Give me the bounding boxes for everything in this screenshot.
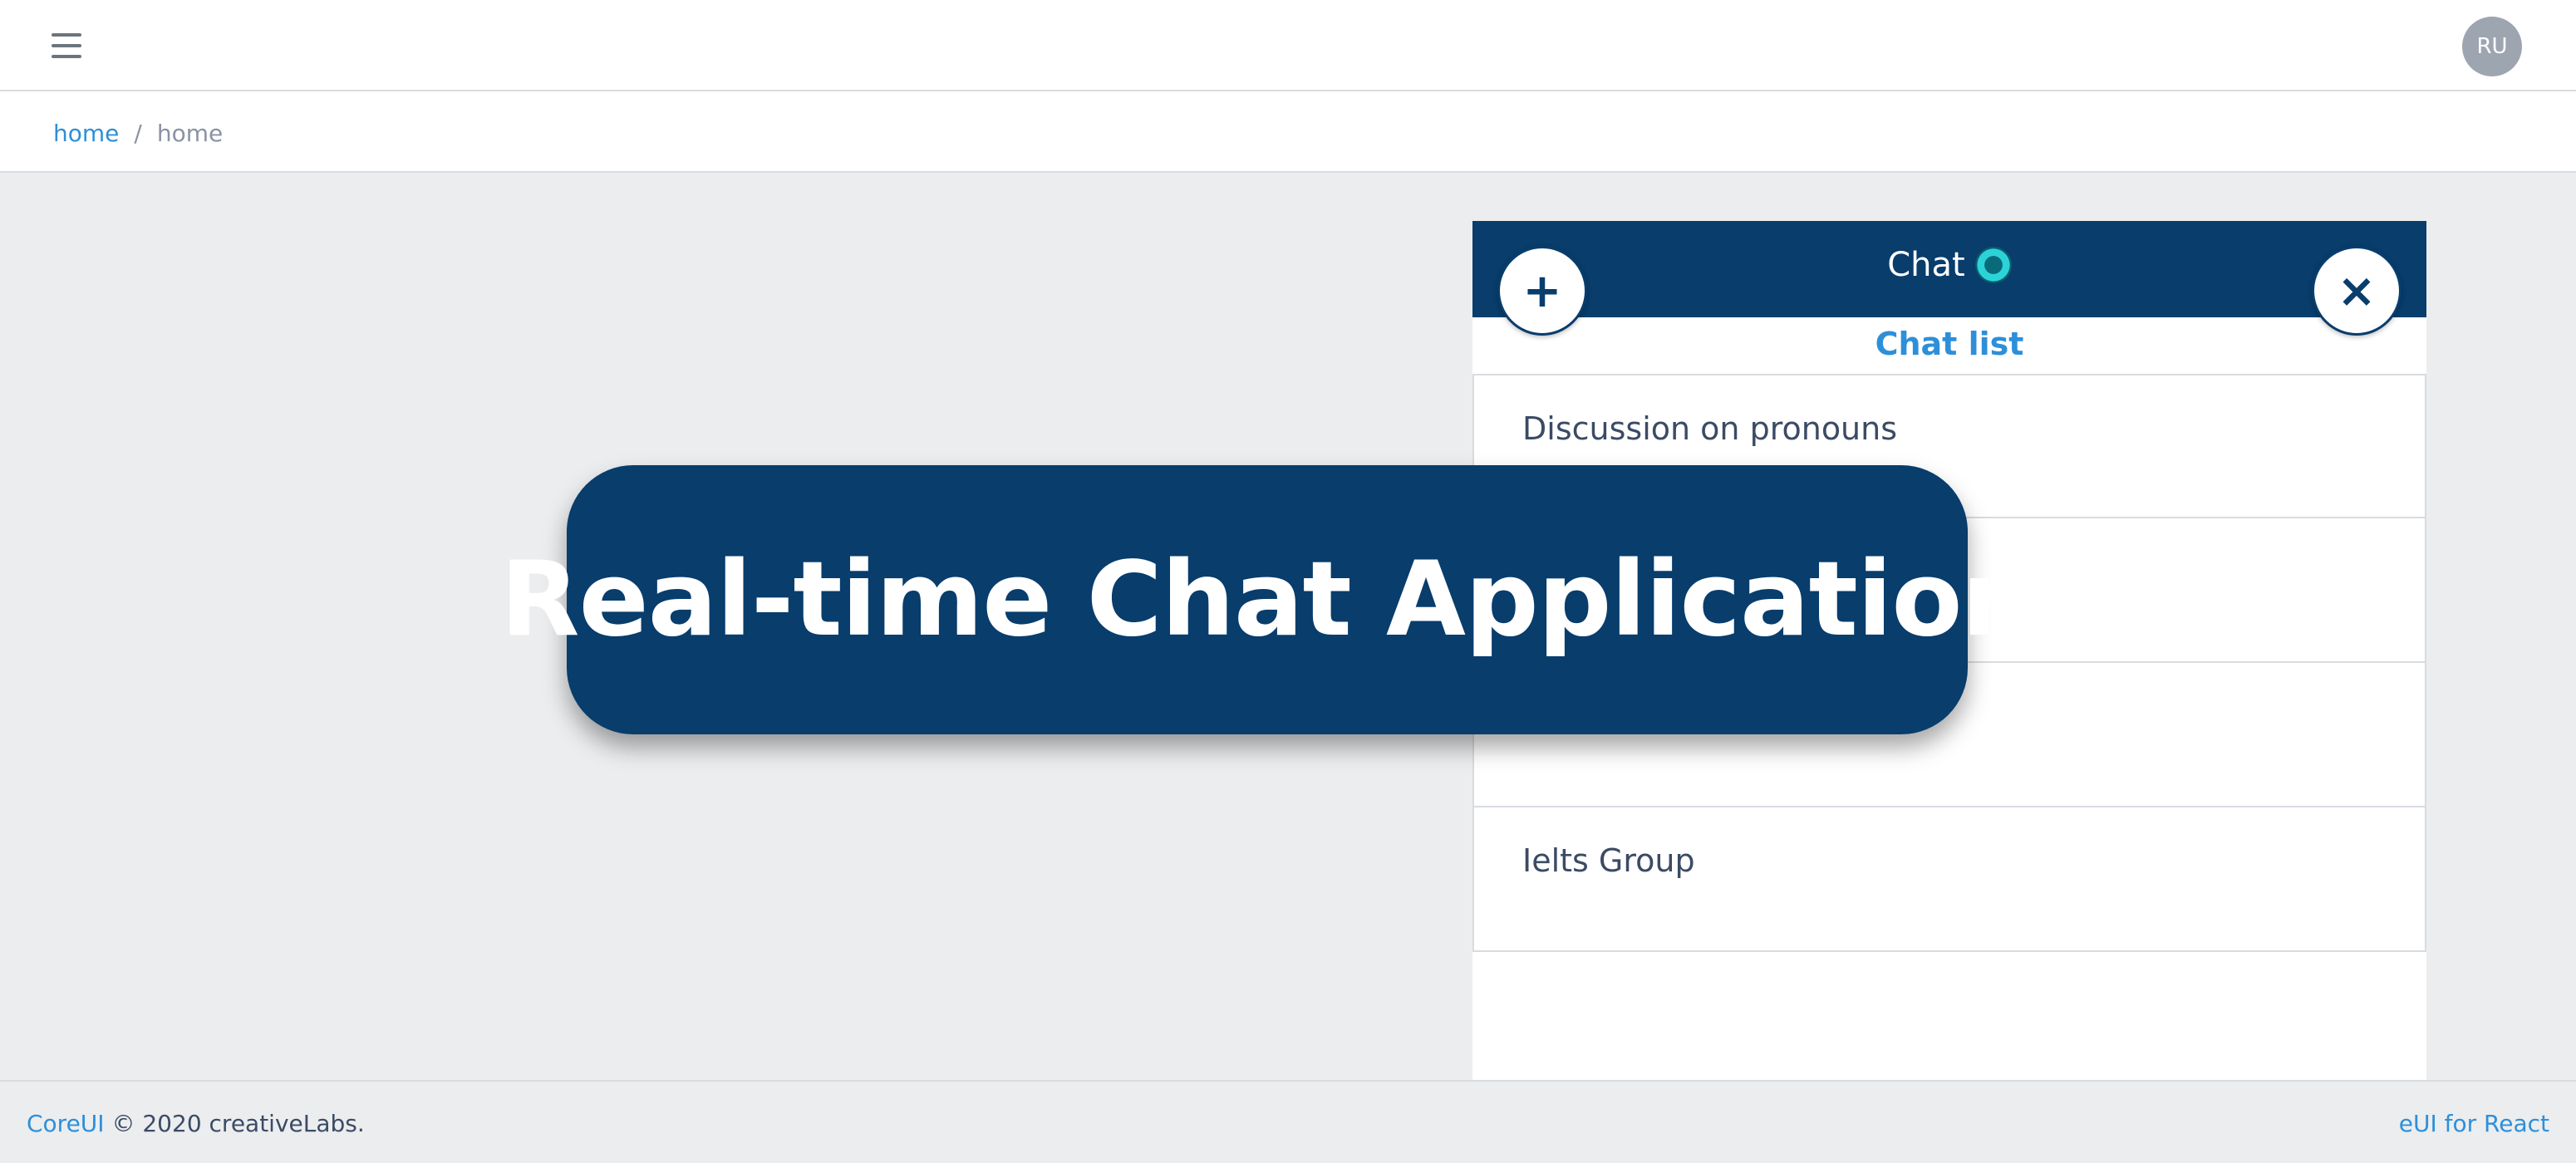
chat-item-name: Discussion on pronouns xyxy=(1522,410,1898,447)
close-chat-button[interactable]: × xyxy=(2312,246,2401,336)
breadcrumb-home-link[interactable]: home xyxy=(53,120,119,147)
chat-list-item[interactable]: Ielts Group xyxy=(1472,807,2426,952)
close-icon: × xyxy=(2337,263,2377,318)
breadcrumb-bar: home / home xyxy=(0,91,2576,173)
plus-icon: + xyxy=(1522,263,1562,318)
footer-copyright-text: © 2020 creativeLabs. xyxy=(111,1110,365,1137)
add-chat-button[interactable]: + xyxy=(1497,246,1587,336)
footer: CoreUI © 2020 creativeLabs. eUI for Reac… xyxy=(0,1080,2576,1163)
top-header: RU xyxy=(0,0,2576,91)
breadcrumb-current: home xyxy=(156,120,224,147)
breadcrumb: home / home xyxy=(53,120,223,147)
footer-powered-by-link[interactable]: eUI for React xyxy=(2399,1110,2549,1137)
online-status-icon xyxy=(1974,247,2012,283)
title-banner: Real-time Chat Application xyxy=(500,465,2035,734)
footer-copyright: CoreUI © 2020 creativeLabs. xyxy=(27,1110,365,1137)
breadcrumb-separator: / xyxy=(134,120,142,147)
footer-brand-link[interactable]: CoreUI xyxy=(27,1110,105,1137)
chat-title: Chat xyxy=(1887,246,1965,284)
banner-title: Real-time Chat Application xyxy=(500,540,2035,660)
chat-header: Chat + × xyxy=(1472,221,2426,336)
chat-list-title[interactable]: Chat list xyxy=(1472,326,2426,362)
chat-title-group: Chat xyxy=(1472,246,2426,284)
chat-item-name: Ielts Group xyxy=(1522,842,1695,879)
hamburger-menu-icon[interactable] xyxy=(52,33,85,60)
user-avatar[interactable]: RU xyxy=(2462,17,2522,76)
